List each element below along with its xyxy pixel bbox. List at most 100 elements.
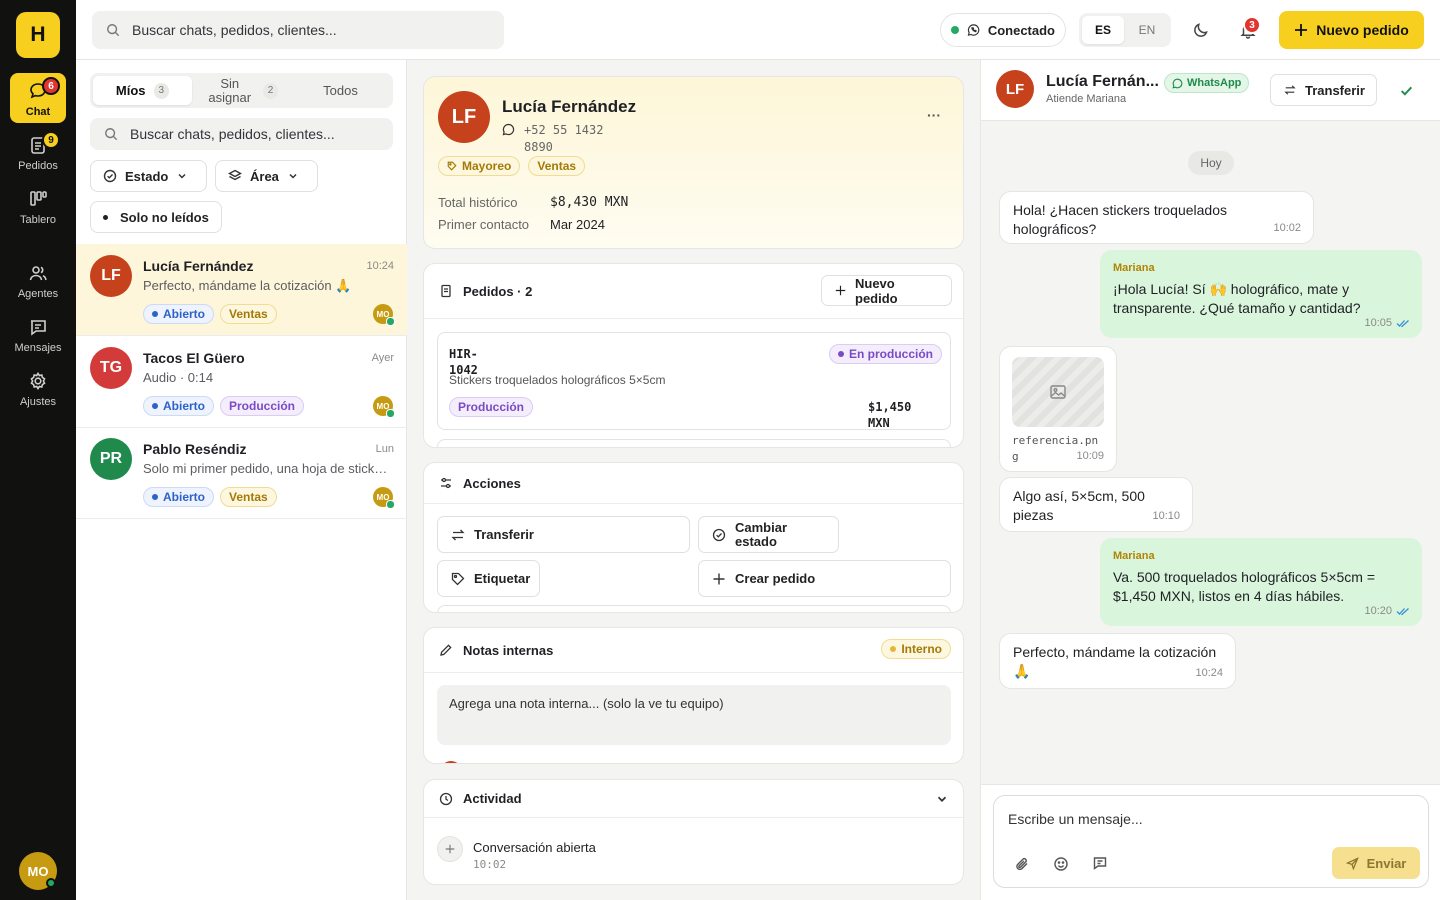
- message-text: ¡Hola Lucía! Sí 🙌 holográfico, mate y tr…: [1113, 281, 1361, 316]
- double-check-icon: [1396, 320, 1409, 328]
- plus-icon: [835, 285, 846, 296]
- chevron-down-icon[interactable]: [935, 792, 949, 806]
- tab-mios[interactable]: Míos 3: [93, 76, 192, 105]
- paperclip-icon[interactable]: [1014, 856, 1030, 872]
- action-change-state-line2: estado: [735, 533, 777, 549]
- action-change-state-label: Cambiar estado: [735, 520, 787, 549]
- message-time-label: 10:05: [1364, 317, 1392, 329]
- assigned-agent-avatar: MO: [373, 304, 395, 326]
- action-transfer-button[interactable]: Transferir: [437, 516, 690, 553]
- circle-check-icon: [712, 528, 726, 541]
- notifications-badge: 3: [1243, 16, 1261, 34]
- orders-card: Pedidos · 2 Nuevo pedido HIR- 1042 En pr…: [423, 263, 964, 448]
- send-button[interactable]: Enviar: [1332, 847, 1420, 879]
- customer-more-button[interactable]: ···: [927, 107, 941, 123]
- customer-name: Lucía Fernández: [502, 97, 637, 116]
- pencil-icon: [440, 644, 452, 656]
- action-create-order-label: Crear pedido: [735, 571, 816, 586]
- language-switcher[interactable]: ES EN: [1079, 13, 1171, 47]
- assigned-agent-avatar: MO: [373, 487, 395, 509]
- conversation-item-pablo[interactable]: PR Pablo Reséndiz Lun Solo mi primer ped…: [76, 427, 407, 519]
- whatsapp-icon: [502, 123, 515, 136]
- quick-reply-icon[interactable]: [1092, 855, 1108, 871]
- tab-mios-label: Míos: [115, 82, 146, 98]
- activity-card: Actividad Conversación abierta 10:02: [423, 779, 964, 885]
- tab-todos[interactable]: Todos: [291, 76, 390, 105]
- customer-phone: +52 55 1432 8890: [524, 122, 603, 156]
- tab-sin-asignar-count: 2: [262, 82, 279, 99]
- order-description: Stickers troquelados holográficos 5×5cm: [449, 373, 666, 387]
- top-bar: Buscar chats, pedidos, clientes... Conec…: [76, 0, 1440, 60]
- activity-event: Conversación abierta: [473, 840, 596, 855]
- conversation-item-lucia[interactable]: LF Lucía Fernández 10:24 Perfecto, mánda…: [76, 244, 407, 336]
- note-input[interactable]: Agrega una nota interna... (solo la ve t…: [437, 685, 951, 745]
- tab-sin-asignar[interactable]: Sin asignar 2: [192, 76, 291, 105]
- conversation-name: Lucía Fernández: [143, 258, 254, 274]
- first-contact-value: Mar 2024: [550, 217, 605, 232]
- customer-card: LF Lucía Fernández +52 55 1432 8890 ··· …: [423, 76, 964, 249]
- actions-title: Acciones: [463, 475, 521, 491]
- conversation-name: Pablo Reséndiz: [143, 441, 247, 457]
- rail-item-chat[interactable]: 6 Chat: [10, 73, 66, 123]
- new-order-button[interactable]: Nuevo pedido: [1279, 11, 1424, 49]
- message-time: 10:02: [1273, 219, 1301, 238]
- composer-placeholder: Escribe un mensaje...: [1008, 811, 1143, 827]
- action-tag-button[interactable]: Etiquetar: [437, 560, 540, 597]
- day-separator: Hoy: [1188, 151, 1234, 175]
- circle-check-icon: [103, 169, 117, 183]
- action-create-order-button[interactable]: Crear pedido: [698, 560, 951, 597]
- rail-item-pedidos[interactable]: 9 Pedidos: [10, 127, 66, 177]
- global-search[interactable]: Buscar chats, pedidos, clientes...: [92, 11, 504, 49]
- status-dot: [838, 351, 844, 357]
- status-badge: Abierto: [143, 487, 214, 507]
- plus-icon: [445, 844, 455, 854]
- orders-new-label: Nuevo pedido: [855, 275, 898, 306]
- conversation-preview: Solo mi primer pedido, una hoja de stick…: [143, 461, 393, 476]
- list-search[interactable]: Buscar chats, pedidos, clientes...: [90, 118, 393, 150]
- customer-phone-line1: +52 55 1432: [524, 123, 604, 137]
- chat-header: LF Lucía Fernán... Atiende Mariana Whats…: [981, 60, 1440, 121]
- rail-item-ajustes[interactable]: Ajustes: [10, 363, 66, 413]
- moon-icon[interactable]: [1192, 21, 1210, 39]
- rail-item-tablero[interactable]: Tablero: [10, 181, 66, 231]
- message-incoming: Algo así, 5×5cm, 500 piezas 10:10: [999, 477, 1193, 532]
- message-attachment[interactable]: referencia.pn g 10:09: [999, 346, 1117, 472]
- order-id-line1: HIR-: [449, 347, 478, 361]
- chat-pane: LF Lucía Fernán... Atiende Mariana Whats…: [980, 60, 1440, 900]
- activity-header[interactable]: Actividad: [424, 780, 963, 818]
- search-icon: [105, 128, 118, 141]
- message-time-label: 10:20: [1364, 605, 1392, 617]
- conversation-item-tacos[interactable]: TG Tacos El Güero Ayer Audio · 0:14 Abie…: [76, 336, 407, 428]
- order-status-badge: En producción: [829, 344, 942, 364]
- rail-label-agentes: Agentes: [17, 288, 59, 300]
- chevron-down-icon: [289, 173, 297, 179]
- rail-item-mensajes[interactable]: Mensajes: [10, 309, 66, 359]
- order-item[interactable]: HIR- 1042 En producción Stickers troquel…: [437, 332, 951, 430]
- action-change-state-button[interactable]: Cambiar estado: [698, 516, 839, 553]
- lang-es[interactable]: ES: [1082, 16, 1124, 44]
- area-badge: Producción: [220, 396, 305, 416]
- orders-title: Pedidos · 2: [463, 283, 533, 299]
- note-author-avatar-peek: [440, 761, 462, 763]
- lang-en[interactable]: EN: [1126, 16, 1168, 44]
- rail-label-chat: Chat: [25, 106, 51, 118]
- filter-area[interactable]: Área: [215, 160, 318, 192]
- orders-new-button[interactable]: Nuevo pedido: [821, 275, 952, 306]
- conversation-preview: Audio · 0:14: [143, 370, 214, 385]
- whatsapp-connection-status[interactable]: Conectado: [940, 13, 1066, 47]
- conversation-time: Lun: [375, 443, 394, 455]
- message-composer[interactable]: Escribe un mensaje... Enviar: [993, 795, 1429, 888]
- chat-transfer-button[interactable]: Transferir: [1270, 74, 1377, 106]
- actions-header: Acciones: [424, 463, 963, 504]
- emoji-icon[interactable]: [1053, 856, 1069, 872]
- conversation-time: Ayer: [371, 352, 394, 364]
- rail-item-agentes[interactable]: Agentes: [10, 255, 66, 305]
- filter-estado[interactable]: Estado: [90, 160, 207, 192]
- tab-todos-label: Todos: [323, 82, 358, 98]
- conversation-time: 10:24: [366, 260, 394, 272]
- filter-unread[interactable]: Solo no leídos: [90, 201, 222, 233]
- resolve-check-icon[interactable]: [1399, 83, 1414, 98]
- app-logo[interactable]: H: [16, 12, 60, 58]
- status-badge: Abierto: [143, 396, 214, 416]
- message-incoming: Perfecto, mándame la cotización 🙏 10:24: [999, 633, 1236, 689]
